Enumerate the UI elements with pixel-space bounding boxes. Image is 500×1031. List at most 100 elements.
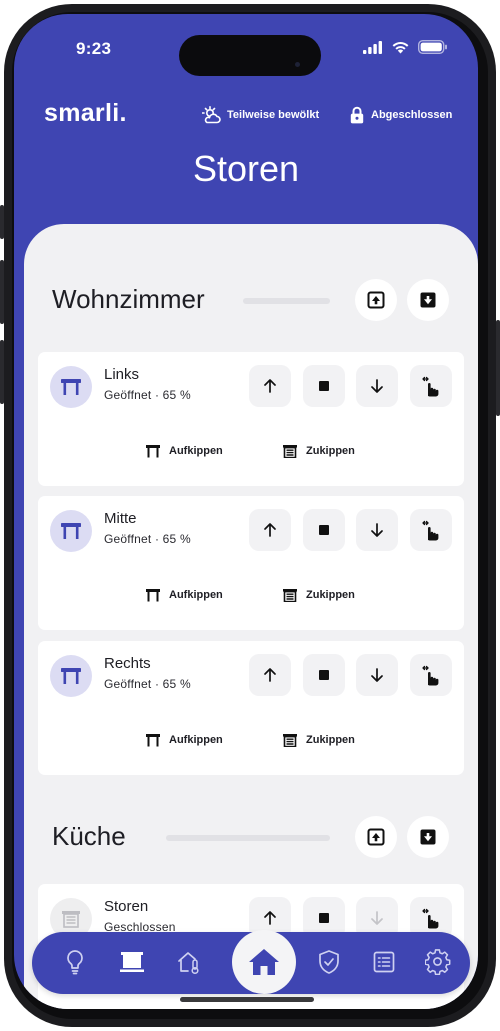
phone-side-button <box>0 340 4 404</box>
nav-home[interactable] <box>232 930 296 994</box>
blind-name: Storen <box>104 898 149 915</box>
blind-avatar <box>50 655 92 697</box>
room-divider <box>243 298 330 304</box>
closed-blind-icon <box>62 911 80 928</box>
tilt-open-label: Aufkippen <box>169 589 223 601</box>
awning-icon <box>61 379 81 395</box>
blind-card-links: Links Geöffnet · 65 % Aufkippen Zukippen <box>38 352 464 486</box>
blind-down-button[interactable] <box>356 365 398 407</box>
settings-icon <box>425 949 451 975</box>
blind-manual-button[interactable] <box>410 365 452 407</box>
stop-icon <box>319 913 329 923</box>
blind-card-rechts: Rechts Geöffnet · 65 % Aufkippen Zukippe… <box>38 641 464 775</box>
blind-manual-button[interactable] <box>410 509 452 551</box>
dynamic-island <box>179 35 321 76</box>
tilt-close-button[interactable]: Zukippen <box>282 733 355 747</box>
arrow-down-icon <box>371 911 383 925</box>
tilt-open-icon <box>146 734 160 747</box>
smarli-logo: smarli. <box>44 99 127 127</box>
home-indicator <box>180 997 314 1002</box>
blind-name: Mitte <box>104 510 137 527</box>
tilt-open-label: Aufkippen <box>169 445 223 457</box>
blind-avatar <box>50 366 92 408</box>
tilt-close-label: Zukippen <box>306 734 355 746</box>
cellular-signal-icon <box>363 40 382 54</box>
all-down-button[interactable] <box>407 816 449 858</box>
touch-swipe-icon <box>422 376 439 397</box>
phone-side-button <box>0 205 4 239</box>
blind-name: Links <box>104 366 140 383</box>
arrow-up-box-icon <box>367 828 385 846</box>
all-up-button[interactable] <box>355 816 397 858</box>
nav-list[interactable] <box>369 947 399 977</box>
battery-icon <box>418 40 447 54</box>
tilt-close-button[interactable]: Zukippen <box>282 588 355 602</box>
blind-status: Geöffnet · 65 % <box>104 388 191 402</box>
blind-status: Geöffnet · 65 % <box>104 677 191 691</box>
blind-down-button[interactable] <box>356 654 398 696</box>
tilt-open-label: Aufkippen <box>169 734 223 746</box>
list-icon <box>373 951 395 973</box>
nav-lights[interactable] <box>60 947 90 977</box>
all-down-button[interactable] <box>407 279 449 321</box>
arrow-up-icon <box>264 911 276 925</box>
phone-side-button <box>496 320 500 416</box>
touch-swipe-icon <box>422 908 439 929</box>
all-up-button[interactable] <box>355 279 397 321</box>
blind-stop-button[interactable] <box>303 365 345 407</box>
touch-swipe-icon <box>422 665 439 686</box>
touch-swipe-icon <box>422 520 439 541</box>
blind-up-button[interactable] <box>249 365 291 407</box>
weather-label: Teilweise bewölkt <box>227 109 320 121</box>
blind-up-button[interactable] <box>249 509 291 551</box>
arrow-up-icon <box>264 668 276 682</box>
arrow-down-icon <box>371 523 383 537</box>
bottom-navigation <box>32 930 470 994</box>
page-title: Storen <box>192 148 300 189</box>
home-thermometer-icon <box>178 952 199 975</box>
nav-settings[interactable] <box>423 947 453 977</box>
blind-status: Geöffnet · 65 % <box>104 532 191 546</box>
lock-status[interactable]: Abgeschlossen <box>350 106 452 124</box>
tilt-open-button[interactable]: Aufkippen <box>145 444 223 458</box>
room-name: Küche <box>52 821 126 851</box>
nav-climate[interactable] <box>174 947 204 977</box>
arrow-up-box-icon <box>367 291 385 309</box>
blind-avatar <box>50 510 92 552</box>
tilt-close-label: Zukippen <box>306 589 355 601</box>
lock-icon <box>350 106 364 124</box>
status-icons <box>363 40 448 54</box>
tilt-close-icon <box>283 445 297 458</box>
content-sheet: Wohnzimmer Links Geöffnet · 65 % Aufkipp… <box>24 224 478 1009</box>
blind-manual-button[interactable] <box>410 654 452 696</box>
blind-down-button[interactable] <box>356 509 398 551</box>
blind-card-mitte: Mitte Geöffnet · 65 % Aufkippen Zukippen <box>38 496 464 630</box>
tilt-close-icon <box>283 589 297 602</box>
tilt-close-button[interactable]: Zukippen <box>282 444 355 458</box>
shield-icon <box>319 950 339 974</box>
arrow-down-icon <box>371 668 383 682</box>
blind-name: Rechts <box>104 655 151 672</box>
awning-icon <box>61 668 81 684</box>
stop-icon <box>319 525 329 535</box>
blind-stop-button[interactable] <box>303 509 345 551</box>
room-header-kueche: Küche <box>24 814 478 862</box>
blind-up-button[interactable] <box>249 654 291 696</box>
arrow-up-icon <box>264 523 276 537</box>
nav-blinds[interactable] <box>117 947 147 977</box>
awning-icon <box>61 523 81 539</box>
stop-icon <box>319 381 329 391</box>
tilt-open-button[interactable]: Aufkippen <box>145 588 223 602</box>
camera-dot <box>295 62 300 67</box>
tilt-open-icon <box>146 589 160 602</box>
arrow-up-icon <box>264 379 276 393</box>
weather-status[interactable]: Teilweise bewölkt <box>202 106 319 124</box>
stop-icon <box>319 670 329 680</box>
phone-side-button <box>0 260 4 324</box>
nav-security[interactable] <box>314 947 344 977</box>
room-name: Wohnzimmer <box>52 284 205 314</box>
blind-stop-button[interactable] <box>303 654 345 696</box>
tilt-open-button[interactable]: Aufkippen <box>145 733 223 747</box>
status-time: 9:23 <box>76 39 112 58</box>
room-divider <box>166 835 330 841</box>
